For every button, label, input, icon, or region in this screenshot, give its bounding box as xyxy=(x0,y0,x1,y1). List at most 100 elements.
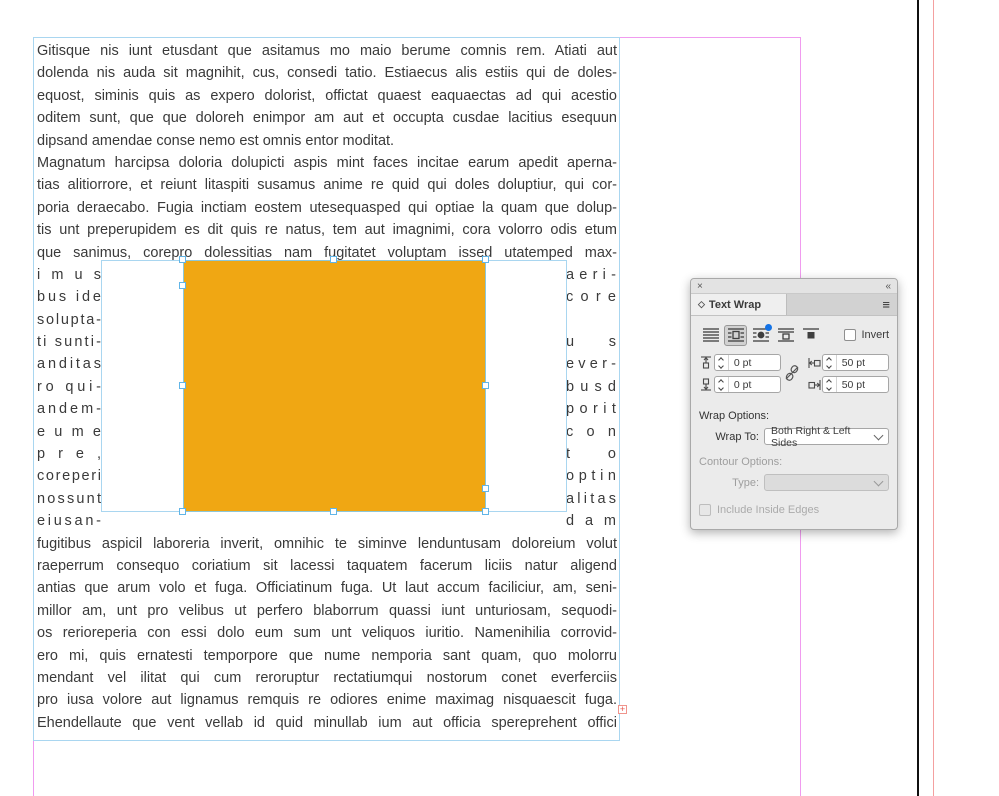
wrapped-text-fragment: dam xyxy=(566,510,616,532)
tab-text-wrap[interactable]: ◇ Text Wrap xyxy=(691,294,787,315)
wrapped-text-fragment: solupta- xyxy=(37,309,101,331)
wrap-mode-none-button[interactable] xyxy=(699,325,722,346)
wrapped-text-fragment: eume xyxy=(37,421,101,443)
wrapped-text-fragment: alitas xyxy=(566,488,616,510)
include-inside-edges-checkbox xyxy=(699,504,711,516)
text-line: Ehendellaute que vent vellab id quid min… xyxy=(37,712,617,734)
panel-tab-bar: ◇ Text Wrap ≡ xyxy=(691,294,897,316)
text-line: antias que arum volo et fuga. Officiatin… xyxy=(37,577,617,599)
wrap-mode-jump-next-column-button[interactable] xyxy=(799,325,822,346)
wrapped-text-fragment: bus ide xyxy=(37,286,101,308)
jump-object-icon xyxy=(778,328,794,342)
top-offset-field[interactable]: 0 pt xyxy=(714,354,781,371)
wrapped-text-fragment xyxy=(566,309,616,331)
new-feature-badge xyxy=(765,324,772,331)
wrap-to-value: Both Right & Left Sides xyxy=(771,425,875,449)
left-offset-field[interactable]: 50 pt xyxy=(822,354,889,371)
chevron-down-icon xyxy=(874,476,884,486)
panel-collapse-icon[interactable]: « xyxy=(885,281,891,292)
wrapped-text-fragment: us xyxy=(566,331,616,353)
invert-checkbox[interactable] xyxy=(844,329,856,341)
text-line: dipsand amendae conse nemo est omnis ent… xyxy=(37,130,617,152)
top-offset-stepper[interactable] xyxy=(715,355,729,370)
bottom-offset-value[interactable]: 0 pt xyxy=(729,377,780,392)
wrap-to-select[interactable]: Both Right & Left Sides xyxy=(764,428,889,445)
include-inside-edges-label: Include Inside Edges xyxy=(717,504,819,516)
application-canvas: Gitisque nis iunt etusdant que asitamus … xyxy=(0,0,999,796)
chevron-down-icon xyxy=(874,430,884,440)
panel-toggle-icon[interactable]: ◇ xyxy=(698,299,705,310)
text-line: Magnatum harcipsa doloria dolupicti aspi… xyxy=(37,152,617,174)
text-line: Gitisque nis iunt etusdant que asitamus … xyxy=(37,40,617,62)
offset-fields: 0 pt 50 pt xyxy=(699,354,889,398)
unlink-offsets-icon[interactable] xyxy=(784,364,800,385)
panel-header: × « xyxy=(691,279,897,294)
top-offset-value[interactable]: 0 pt xyxy=(729,355,780,370)
text-line: equost, siminis quis as expero dolorist,… xyxy=(37,85,617,107)
right-offset-stepper[interactable] xyxy=(823,377,837,392)
wrap-mode-bounding-box-button[interactable] xyxy=(724,325,747,346)
top-offset-icon xyxy=(699,356,714,369)
selection-handle[interactable] xyxy=(179,256,186,263)
text-line: oditem sunt, que que doloreh enimpor am … xyxy=(37,107,617,129)
panel-body: Invert 0 pt xyxy=(691,316,897,529)
selection-handle[interactable] xyxy=(179,282,186,289)
wrapped-text-fragment: busd xyxy=(566,376,616,398)
text-line: poria deraecabo. Fugia inctiam eostem ut… xyxy=(37,197,617,219)
wrapped-text-fragment: core xyxy=(566,286,616,308)
overset-text-icon[interactable]: + xyxy=(618,705,627,714)
wrapped-text-fragment: anditas xyxy=(37,353,101,375)
bottom-offset-field[interactable]: 0 pt xyxy=(714,376,781,393)
contour-type-select xyxy=(764,474,889,491)
selected-rectangle-object[interactable] xyxy=(183,260,486,512)
jump-next-column-icon xyxy=(803,328,819,342)
panel-title: Text Wrap xyxy=(709,299,761,311)
wrapped-text-fragment: ti sunti- xyxy=(37,331,101,353)
wrapped-text-fragment: to xyxy=(566,443,616,465)
wrapped-text-fragment: coreperi xyxy=(37,465,101,487)
no-wrap-icon xyxy=(703,328,719,342)
wrapped-text-fragment: ro qui- xyxy=(37,376,101,398)
selection-handle[interactable] xyxy=(482,508,489,515)
facing-page-margin-guide xyxy=(933,0,934,796)
wrap-mode-object-shape-button[interactable] xyxy=(749,325,772,346)
page-edge xyxy=(917,0,919,796)
text-line: fugitibus aspicil laboreria inverit, omn… xyxy=(37,533,617,555)
bottom-offset-stepper[interactable] xyxy=(715,377,729,392)
wrap-bounding-box-icon xyxy=(728,328,744,342)
text-line: millor am, unt pro velibus ut perfero bl… xyxy=(37,600,617,622)
selection-handle[interactable] xyxy=(330,508,337,515)
wrap-options-label: Wrap Options: xyxy=(699,410,889,423)
panel-menu-icon[interactable]: ≡ xyxy=(882,297,890,312)
selection-handle[interactable] xyxy=(482,382,489,389)
text-block-bottom: fugitibus aspicil laboreria inverit, omn… xyxy=(37,533,617,735)
text-wrap-panel: × « ◇ Text Wrap ≡ xyxy=(690,278,898,530)
left-offset-icon xyxy=(807,357,822,369)
text-line: dolenda nis auda sit magnihit, cus, cons… xyxy=(37,62,617,84)
wrapped-text-fragment: aeri- xyxy=(566,264,616,286)
right-offset-field[interactable]: 50 pt xyxy=(822,376,889,393)
text-line: pro iusa volore aut lignamus remquis re … xyxy=(37,689,617,711)
selection-handle[interactable] xyxy=(179,382,186,389)
panel-close-icon[interactable]: × xyxy=(697,281,703,292)
selection-handle[interactable] xyxy=(482,485,489,492)
left-offset-stepper[interactable] xyxy=(823,355,837,370)
wrap-left-column: imusbus idesolupta-ti sunti-anditasro qu… xyxy=(37,264,101,533)
wrapped-text-fragment: eiusan- xyxy=(37,510,101,532)
selection-handle[interactable] xyxy=(330,256,337,263)
text-line: tis unt preperupidem es dit quis re natu… xyxy=(37,219,617,241)
wrapped-text-fragment: optin xyxy=(566,465,616,487)
wrapped-text-fragment: ever- xyxy=(566,353,616,375)
wrapped-text-fragment: imus xyxy=(37,264,101,286)
left-offset-value[interactable]: 50 pt xyxy=(837,355,888,370)
right-offset-icon xyxy=(807,379,822,391)
right-offset-value[interactable]: 50 pt xyxy=(837,377,888,392)
invert-label: Invert xyxy=(861,329,889,341)
selection-handle[interactable] xyxy=(179,508,186,515)
text-line: tias alitiorrore, et reiunt litaspiti su… xyxy=(37,174,617,196)
wrap-mode-jump-object-button[interactable] xyxy=(774,325,797,346)
wrapped-text-fragment: pre, xyxy=(37,443,101,465)
wrap-right-column: aeri-coreusever-busdporitcontooptinalita… xyxy=(566,264,616,533)
selection-handle[interactable] xyxy=(482,256,489,263)
text-block-top: Gitisque nis iunt etusdant que asitamus … xyxy=(37,40,617,264)
